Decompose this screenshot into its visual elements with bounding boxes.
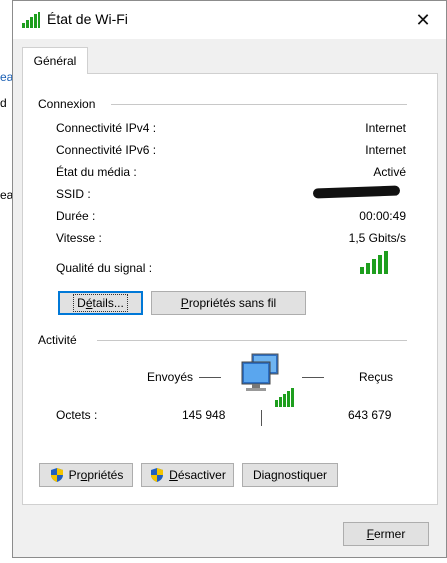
details-button[interactable]: Détails... bbox=[58, 291, 143, 315]
received-label: Reçus bbox=[359, 370, 394, 384]
bytes-sent-value: 145 948 bbox=[182, 408, 226, 422]
sent-connector-line bbox=[199, 377, 221, 378]
ssid-redacted-value bbox=[312, 185, 401, 199]
tab-panel-general: Connexion Connectivité IPv4 : Internet C… bbox=[22, 73, 438, 505]
media-state-value: Activé bbox=[373, 165, 406, 179]
close-button[interactable]: Fermer bbox=[343, 522, 429, 546]
disable-button[interactable]: Désactiver bbox=[141, 463, 234, 487]
activity-group-title: Activité bbox=[38, 333, 77, 347]
close-window-button[interactable]: ✕ bbox=[400, 1, 446, 39]
network-computers-icon bbox=[241, 353, 294, 407]
received-connector-line bbox=[302, 377, 324, 378]
uac-shield-icon bbox=[50, 468, 63, 482]
speed-label: Vitesse : bbox=[56, 231, 102, 245]
signal-strength-icon bbox=[360, 251, 388, 274]
signal-quality-label: Qualité du signal : bbox=[56, 261, 153, 275]
ipv6-label: Connectivité IPv6 : bbox=[56, 143, 157, 157]
ssid-label: SSID : bbox=[56, 187, 91, 201]
properties-button[interactable]: Pr o priétés bbox=[39, 463, 133, 487]
ipv6-value: Internet bbox=[365, 143, 406, 157]
tab-general[interactable]: Général bbox=[22, 47, 88, 74]
uac-shield-icon bbox=[151, 468, 164, 482]
wireless-properties-button[interactable]: Propriétés sans fil bbox=[151, 291, 306, 315]
activity-group-divider bbox=[97, 340, 407, 341]
speed-value: 1,5 Gbits/s bbox=[348, 231, 406, 245]
ipv4-label: Connectivité IPv4 : bbox=[56, 121, 157, 135]
window-title: État de Wi-Fi bbox=[47, 11, 128, 27]
diagnose-button[interactable]: Dia g nostiquer bbox=[242, 463, 338, 487]
close-icon: ✕ bbox=[415, 9, 431, 30]
wifi-signal-icon bbox=[22, 12, 40, 28]
background-text-fragment: d bbox=[0, 96, 7, 110]
activity-divider-tick bbox=[261, 410, 262, 426]
wifi-status-dialog: État de Wi-Fi ✕ Général Connexion Connec… bbox=[12, 0, 447, 558]
connexion-group-title: Connexion bbox=[38, 97, 96, 111]
background-window-strip: ea d ea bbox=[0, 0, 13, 563]
duration-value: 00:00:49 bbox=[359, 209, 406, 223]
bytes-label: Octets : bbox=[56, 408, 98, 422]
connexion-group-divider bbox=[111, 104, 407, 105]
duration-label: Durée : bbox=[56, 209, 96, 223]
title-bar[interactable]: État de Wi-Fi ✕ bbox=[13, 1, 446, 39]
media-state-label: État du média : bbox=[56, 165, 137, 179]
bytes-received-value: 643 679 bbox=[348, 408, 392, 422]
ipv4-value: Internet bbox=[365, 121, 406, 135]
sent-label: Envoyés bbox=[147, 370, 194, 384]
